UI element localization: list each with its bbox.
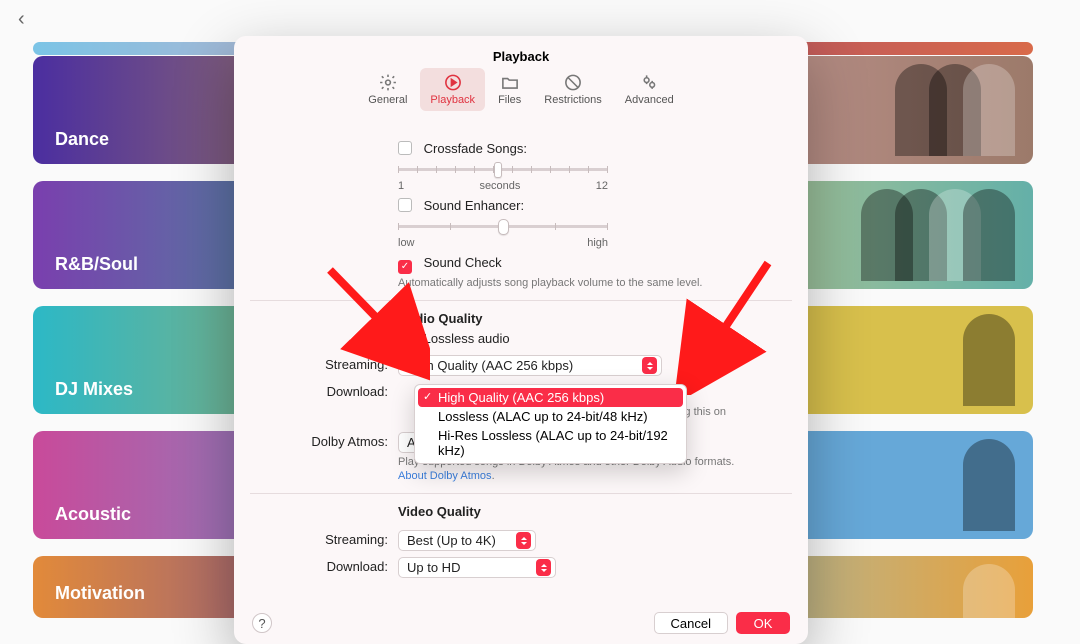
tab-label: General	[368, 94, 407, 106]
dialog-title: Playback	[234, 49, 808, 64]
select-value: Best (Up to 4K)	[407, 533, 508, 548]
artwork	[981, 564, 1015, 618]
divider	[250, 493, 792, 494]
crossfade-label: Crossfade Songs:	[424, 141, 527, 156]
streaming-select[interactable]: High Quality (AAC 256 kbps)	[398, 355, 662, 376]
tab-restrictions[interactable]: Restrictions	[534, 68, 611, 111]
play-icon	[442, 73, 464, 92]
tab-playback[interactable]: Playback	[420, 68, 485, 111]
divider	[250, 300, 792, 301]
video-streaming-select[interactable]: Best (Up to 4K)	[398, 530, 536, 551]
dolby-label: Dolby Atmos:	[250, 432, 398, 449]
card-label: DJ Mixes	[55, 379, 133, 400]
card-label: R&B/Soul	[55, 254, 138, 275]
soundcheck-help: Automatically adjusts song playback volu…	[398, 276, 792, 290]
menu-item-hires[interactable]: Hi-Res Lossless (ALAC up to 24-bit/192 k…	[418, 426, 683, 460]
preferences-dialog: Playback General Playback Files Restrict…	[234, 36, 808, 644]
tab-label: Advanced	[625, 94, 674, 106]
streaming-row-label: Streaming:	[250, 355, 398, 372]
enhancer-slider[interactable]	[398, 217, 608, 235]
select-value: High Quality (AAC 256 kbps)	[407, 358, 634, 373]
enhancer-label: Sound Enhancer:	[424, 198, 524, 213]
card-label: Motivation	[55, 583, 145, 604]
stepper-icon	[642, 357, 657, 374]
tab-label: Files	[498, 94, 521, 106]
crossfade-checkbox[interactable]	[398, 141, 412, 155]
artwork	[981, 314, 1015, 406]
cancel-button[interactable]: Cancel	[654, 612, 728, 634]
restrict-icon	[562, 73, 584, 92]
audio-quality-heading: Audio Quality	[398, 311, 792, 326]
slider-scale: 1 seconds 12	[398, 180, 608, 192]
lossless-checkbox[interactable]: ✓	[398, 335, 412, 349]
tab-general[interactable]: General	[358, 68, 417, 111]
help-button[interactable]: ?	[252, 613, 272, 633]
download-row-label: Download:	[250, 382, 398, 399]
slider-scale: low high	[398, 237, 608, 249]
folder-icon	[499, 73, 521, 92]
ok-button[interactable]: OK	[736, 612, 790, 634]
artwork	[879, 189, 1015, 281]
soundcheck-checkbox[interactable]: ✓	[398, 260, 412, 274]
tab-label: Restrictions	[544, 94, 601, 106]
video-streaming-label: Streaming:	[250, 530, 398, 547]
dolby-link[interactable]: About Dolby Atmos	[398, 470, 492, 482]
video-download-label: Download:	[250, 557, 398, 574]
select-value: Up to HD	[407, 560, 528, 575]
tab-files[interactable]: Files	[488, 68, 531, 111]
card-label: Dance	[55, 129, 109, 150]
stepper-icon	[536, 559, 551, 576]
tab-advanced[interactable]: Advanced	[615, 68, 684, 111]
stepper-icon	[516, 532, 531, 549]
dialog-footer: ? Cancel OK	[234, 612, 808, 634]
enhancer-checkbox[interactable]	[398, 198, 412, 212]
artwork	[913, 64, 1015, 156]
artwork	[981, 439, 1015, 531]
video-quality-heading: Video Quality	[398, 504, 792, 519]
tab-bar: General Playback Files Restrictions Adva…	[234, 68, 808, 111]
menu-item-lossless[interactable]: Lossless (ALAC up to 24-bit/48 kHz)	[418, 407, 683, 426]
menu-item-high-quality[interactable]: ✓ High Quality (AAC 256 kbps)	[418, 388, 683, 407]
checkmark-icon: ✓	[423, 390, 432, 403]
tab-label: Playback	[430, 94, 475, 106]
soundcheck-label: Sound Check	[424, 255, 502, 270]
gear-icon	[377, 73, 399, 92]
video-download-select[interactable]: Up to HD	[398, 557, 556, 578]
download-quality-menu: ✓ High Quality (AAC 256 kbps) Lossless (…	[414, 384, 687, 464]
card-label: Acoustic	[55, 504, 131, 525]
crossfade-slider[interactable]	[398, 160, 608, 178]
back-button[interactable]: ‹	[18, 8, 25, 31]
lossless-label: Lossless audio	[424, 331, 510, 346]
advanced-icon	[638, 73, 660, 92]
